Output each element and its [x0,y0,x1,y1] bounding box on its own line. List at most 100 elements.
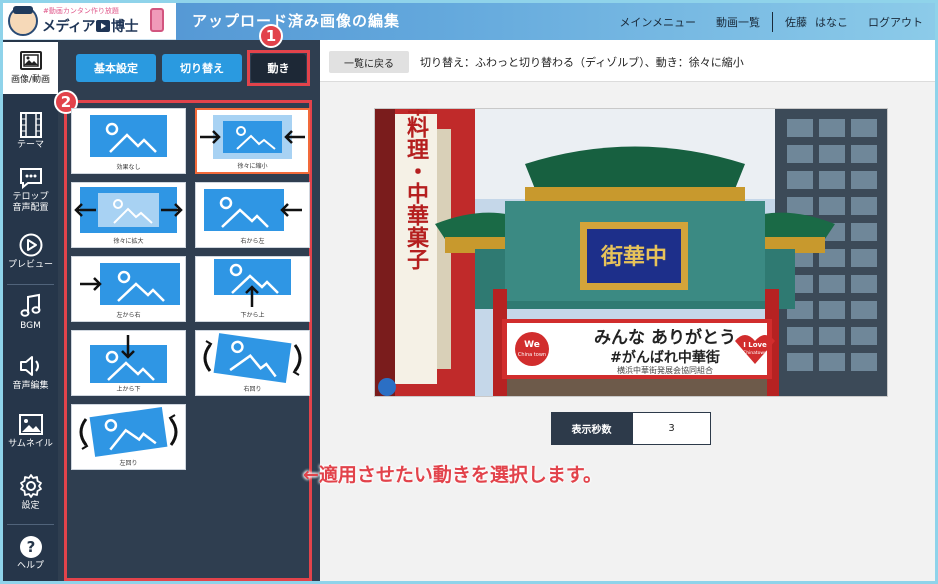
sidebar-divider [7,524,54,525]
duration-label: 表示秒数 [551,412,632,445]
banner-line-2: #がんばれ中華街 [610,349,720,366]
logo-name-b: 博士 [111,19,139,35]
effect-status-text: 切り替え：ふわっと切り替わる（ディゾルブ）、動き：徐々に縮小 [420,56,744,69]
effect-label: 左回り [119,460,138,467]
banner-line-1: みんな ありがとう [594,327,736,348]
sidebar-item-audio-edit[interactable]: 音声編集 [3,353,58,392]
header: #動画カンタン作り放題 メディア 博士 アップロード済み画像の編集 メインメニュー… [3,3,935,40]
left-to-right-graphic [80,263,180,305]
svg-text:?: ? [26,538,35,556]
tab-basic-settings[interactable]: 基本設定 [76,54,156,82]
effect-label: 徐々に縮小 [237,163,268,170]
step-badge-1: 1 [259,24,283,48]
caption-icon [19,168,42,190]
effect-label: 徐々に拡大 [113,238,144,245]
tab-transition[interactable]: 切り替え [162,54,242,82]
zoom-in-graphic [74,187,183,233]
sidebar-item-label: テーマ [16,140,44,150]
image-icon [19,51,42,70]
effect-thumb-zoom-in[interactable]: 徐々に拡大 [71,182,186,248]
zoom-out-graphic [200,115,305,159]
play-icon [19,233,42,257]
sidebar-item-label: プレビュー [7,260,53,270]
effect-label: 右回り [243,386,262,393]
sidebar-item-caption[interactable]: テロップ 音声配置 [3,166,58,214]
sidebar-item-label: サムネイル [8,439,53,449]
header-nav: メインメニュー 動画一覧 佐藤 はなこ ログアウト [599,3,923,40]
sidebar-item-theme[interactable]: テーマ [3,112,58,151]
sidebar-item-label: 設定 [21,501,40,511]
sidebar-item-label: BGM [20,321,41,331]
sticker-right-line-1: I Love [743,341,767,349]
picture-icon [90,115,167,157]
page-title: アップロード済み画像の編集 [192,12,401,30]
sticker-left-line-2: China town [518,352,546,358]
image-preview: 高級中華料理・中華菓子 街華中 みんな ありがとう #がんばれ中華街 横浜中華街… [374,108,888,397]
effects-panel: 基本設定 切り替え 動き 1 2 効果なし 徐々に縮小 徐々に拡大 右から左 左… [54,24,320,581]
sticker-left-line-1: We [524,340,540,350]
counterclockwise-graphic [79,407,178,457]
effect-label: 左から右 [116,312,141,319]
clockwise-graphic [203,333,302,383]
logo-name-a: メディア [42,19,96,35]
logout-link[interactable]: ログアウト [868,14,923,30]
highlight-motion-tab [247,50,310,86]
right-to-left-graphic [204,189,302,231]
sticker-right-line-2: Chinatown [743,350,767,356]
effect-thumb-left-to-right[interactable]: 左から右 [71,256,186,322]
effect-label: 効果なし [116,164,141,171]
sidebar-divider [7,284,54,285]
top-to-bottom-graphic [90,335,167,383]
sidebar-item-help[interactable]: ? ヘルプ [3,535,58,572]
nav-main-menu[interactable]: メインメニュー [619,14,696,30]
sidebar-item-media[interactable]: 画像/動画 [3,42,58,94]
effect-label: 上から下 [116,386,141,393]
speaker-icon [19,356,39,376]
nav-video-list[interactable]: 動画一覧 [716,14,760,30]
sidebar-item-preview[interactable]: プレビュー [3,232,58,271]
sidebar-item-bgm[interactable]: BGM [3,293,58,332]
thumbnail-icon [18,414,43,435]
logo[interactable]: #動画カンタン作り放題 メディア 博士 [3,3,176,40]
sidebar-item-label: 音声編集 [12,381,49,391]
help-icon: ? [19,536,42,558]
sidebar-item-label: テロップ [12,192,49,202]
effect-label: 右から左 [240,238,265,245]
effect-thumb-bottom-to-top[interactable]: 下から上 [195,256,310,322]
effect-thumb-none[interactable]: 効果なし [71,108,186,174]
duration-input[interactable]: 3 [632,412,711,445]
film-icon [19,112,42,138]
effect-label: 下から上 [240,312,265,319]
left-sign-text: 高級中華料理・中華菓子 [403,109,430,271]
chinatown-gate-photo: 高級中華料理・中華菓子 街華中 みんな ありがとう #がんばれ中華街 横浜中華街… [375,109,887,396]
sidebar-item-thumbnail[interactable]: サムネイル [3,413,58,450]
nav-divider [772,11,773,32]
logo-tagline: #動画カンタン作り放題 [43,7,119,15]
play-icon [96,20,111,32]
effect-thumb-counterclockwise[interactable]: 左回り [71,404,186,470]
user-last-name: 佐藤 [785,15,807,29]
phone-icon [150,8,164,32]
gate-plaque-text: 街華中 [600,244,667,270]
logo-mascot-icon [8,6,38,36]
sidebar: 画像/動画 テーマ テロップ 音声配置 プレビュー BGM 音声編集 サムネイル… [3,40,58,581]
effect-thumb-right-to-left[interactable]: 右から左 [195,182,310,248]
toolbar: 一覧に戻る 切り替え：ふわっと切り替わる（ディゾルブ）、動き：徐々に縮小 [320,40,935,82]
sidebar-item-label: ヘルプ [16,561,44,571]
main-content: 一覧に戻る 切り替え：ふわっと切り替わる（ディゾルブ）、動き：徐々に縮小 高級中… [303,40,935,581]
bottom-to-top-graphic [214,259,291,307]
music-icon [20,293,40,317]
sidebar-item-label-2: 音声配置 [12,203,49,213]
gear-icon [19,474,42,498]
banner-line-3: 横浜中華街発展会協同組合 [617,365,713,375]
logo-name: メディア 博士 [42,16,139,36]
user-first-name: はなこ [815,15,848,29]
effect-thumb-zoom-out[interactable]: 徐々に縮小 [195,108,310,174]
app-frame: #動画カンタン作り放題 メディア 博士 アップロード済み画像の編集 メインメニュー… [3,3,935,581]
sidebar-item-settings[interactable]: 設定 [3,473,58,512]
effect-thumb-clockwise[interactable]: 右回り [195,330,310,396]
effect-thumb-top-to-bottom[interactable]: 上から下 [71,330,186,396]
back-to-list-button[interactable]: 一覧に戻る [329,51,409,73]
sidebar-item-label: 画像/動画 [10,75,51,85]
instruction-annotation: ←適用させたい動きを選択します。 [303,464,603,486]
